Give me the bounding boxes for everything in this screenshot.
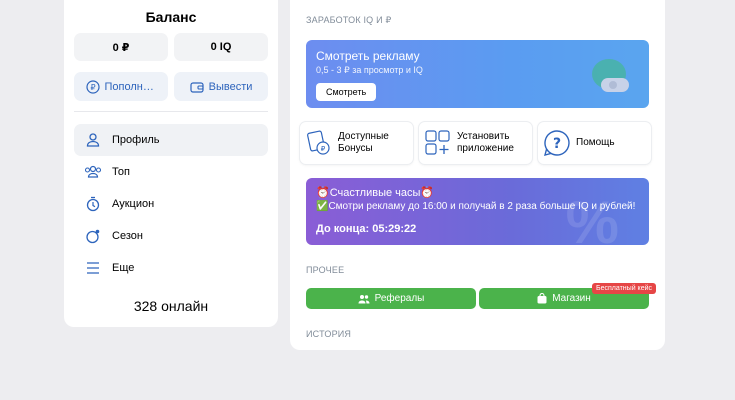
happy-hours-banner: % ⏰Счастливые часы⏰ ✅Смотри рекламу до 1…: [306, 178, 649, 245]
other-heading: Прочее: [306, 265, 345, 275]
percent-watermark-icon: %: [565, 189, 619, 245]
ruble-circle-icon: ₽: [85, 79, 100, 94]
happy-hours-title: ⏰Счастливые часы⏰: [316, 187, 435, 199]
iq-balance: 0 IQ: [174, 33, 268, 61]
nav-label-season: Сезон: [112, 230, 143, 242]
stopwatch-icon: [74, 196, 112, 212]
bonus-icon: ₽: [300, 129, 338, 157]
bonuses-tile[interactable]: ₽ Доступные Бонусы: [300, 122, 413, 164]
ad-title: Смотреть рекламу: [316, 49, 420, 63]
install-app-label: Установить приложение: [457, 131, 514, 154]
history-heading: История: [306, 329, 352, 339]
nav-item-top[interactable]: Топ: [74, 156, 268, 188]
watch-ad-banner[interactable]: Смотреть рекламу 0,5 - 3 ₽ за просмотр и…: [306, 40, 649, 108]
user-icon: [74, 132, 112, 148]
nav-label-more: Еще: [112, 262, 135, 274]
bonuses-label: Доступные Бонусы: [338, 131, 389, 154]
help-tile[interactable]: ? Помощь: [538, 122, 651, 164]
earn-card: Заработок IQ и ₽ Смотреть рекламу 0,5 - …: [290, 0, 665, 350]
online-count: 328 онлайн: [133, 298, 209, 314]
topup-label: Пополнить: [104, 80, 157, 93]
shop-label: Магазин: [552, 293, 591, 304]
divider: [74, 111, 268, 112]
nav-item-season[interactable]: Сезон: [74, 220, 268, 252]
rub-balance: 0 ₽: [74, 33, 168, 61]
referrals-button[interactable]: Рефералы: [306, 288, 476, 309]
svg-text:₽: ₽: [321, 145, 326, 153]
users-icon: [358, 294, 370, 303]
bag-icon: [537, 293, 547, 304]
tv-coin-icon: [592, 59, 629, 92]
svg-text:?: ?: [553, 136, 561, 152]
nav-item-profile[interactable]: Профиль: [74, 124, 268, 156]
help-label: Помощь: [576, 137, 615, 148]
referrals-label: Рефералы: [374, 293, 425, 304]
topup-button[interactable]: ₽ Пополнить: [74, 72, 168, 101]
countdown: До конца: 05:29:22: [316, 223, 417, 235]
happy-hours-text: ✅Смотри рекламу до 16:00 и получай в 2 р…: [316, 201, 636, 212]
nav-label-profile: Профиль: [112, 134, 160, 146]
svg-text:₽: ₽: [90, 83, 95, 92]
nav-item-auction[interactable]: Аукцион: [74, 188, 268, 220]
menu-icon: [74, 261, 112, 275]
withdraw-button[interactable]: Вывести: [174, 72, 268, 101]
free-case-badge: Бесплатный кейс: [592, 283, 657, 294]
nav-label-auction: Аукцион: [112, 198, 155, 210]
install-app-tile[interactable]: Установить приложение: [419, 122, 532, 164]
wallet-icon: [190, 81, 204, 93]
withdraw-label: Вывести: [208, 80, 253, 93]
balance-title: Баланс: [145, 9, 197, 25]
help-icon: ?: [538, 129, 576, 157]
users-icon: [74, 164, 112, 180]
season-icon: [74, 228, 112, 244]
ad-subtitle: 0,5 - 3 ₽ за просмотр и IQ: [316, 65, 423, 75]
nav-item-more[interactable]: Еще: [74, 252, 268, 284]
watch-ad-button[interactable]: Смотреть: [316, 83, 377, 101]
balance-card: Баланс 0 ₽ 0 IQ ₽ Пополнить Вывести Проф…: [64, 0, 278, 327]
nav-label-top: Топ: [112, 166, 130, 178]
apps-icon: [419, 130, 457, 156]
earn-heading: Заработок IQ и ₽: [306, 15, 392, 25]
